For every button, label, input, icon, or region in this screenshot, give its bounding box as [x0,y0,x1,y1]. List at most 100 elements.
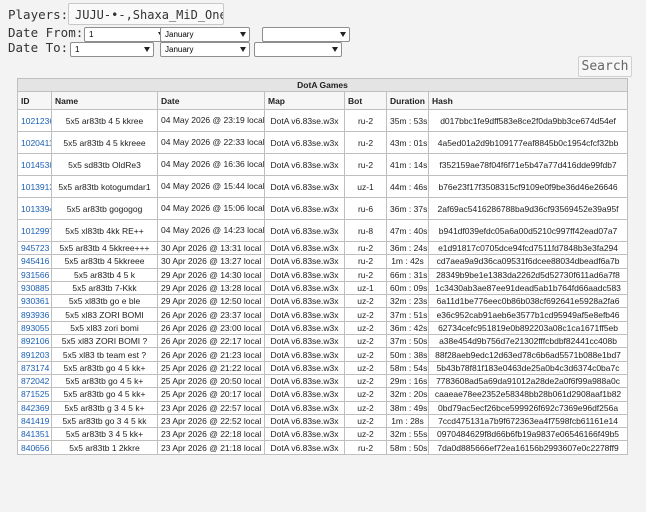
game-duration: 38m : 49s [386,400,429,415]
column-header-hash[interactable]: Hash [427,91,629,110]
game-bot: uz-2 [344,427,387,442]
column-header-date[interactable]: Date [157,91,265,110]
game-id-link[interactable]: 930885 [21,283,49,293]
game-id-link[interactable]: 1013394 [21,204,51,214]
game-bot: uz-2 [344,294,387,309]
game-id-cell: 840656 [17,440,52,455]
table-row[interactable]: 931566 5x5 ar83tb 4 5 k 29 Apr 2026 @ 14:3… [17,267,629,282]
table-caption: DotA Games [16,78,629,92]
game-id-link[interactable]: 871525 [21,389,49,399]
table-row[interactable]: 840656 5x5 ar83tb 1 2kkre 23 Apr 2026 @ 21… [17,440,629,455]
chevron-down-icon [144,47,150,52]
table-row[interactable]: 872042 5x5 ar83tb go 4 5 k+ 25 Apr 2026 @ … [17,373,629,389]
game-duration: 66m : 31s [386,267,429,282]
to-year-select[interactable] [254,42,342,57]
game-id-link[interactable]: 893055 [21,323,49,333]
game-id-link[interactable]: 1020411 [21,138,51,148]
game-id-link[interactable]: 840656 [21,443,49,453]
players-input[interactable]: JUJU-•-,Shaxa_MiD_Ones [68,3,224,25]
game-name: 5x5 xl83 tb team est ? [51,347,158,362]
table-row[interactable]: 891203 5x5 xl83 tb team est ? 26 Apr 2026 … [17,347,629,362]
column-header-duration[interactable]: Duration [386,91,429,110]
game-id-link[interactable]: 1013913 [21,182,51,192]
game-name: 5x5 ar83tb 7-Kkk [51,280,158,296]
game-duration: 43m : 01s [386,131,429,154]
game-id-link[interactable]: 1012997 [21,226,51,236]
game-hash: 4a5ed01a2d9b109177eaf8845b0c1954cfcf32bb [427,131,629,154]
game-hash: e1d91817c0705dce94fcd7511fd7848b3e3fa294 [427,240,629,256]
table-row[interactable]: 893936 5x5 xl83 ZORI BOMI 26 Apr 2026 @ 23… [17,307,629,322]
game-map: DotA v6.83se.w3x [264,131,345,154]
game-date: 30 Apr 2026 @ 13:31 local [157,240,265,256]
game-hash: 28349b9be1e1383da2262d5d52730f611ad6a7f8 [427,267,629,282]
column-header-name[interactable]: Name [51,91,158,110]
search-button[interactable]: Search [578,56,632,77]
game-id-link[interactable]: 945723 [21,243,49,253]
game-id-cell: 931566 [17,267,52,282]
game-id-link[interactable]: 1021236 [21,116,51,126]
game-id-link[interactable]: 930361 [21,296,49,306]
table-row[interactable]: 1014538 5x5 sd83tb OldRe3 04 May 2026 @ 16… [17,153,629,176]
to-month-select[interactable]: January [160,42,250,57]
game-date: 26 Apr 2026 @ 23:00 local [157,320,265,336]
table-row[interactable]: 945416 5x5 ar83tb 4 5kkreee 30 Apr 2026 @ … [17,254,629,269]
to-day-select[interactable]: 1 [70,42,154,57]
game-duration: 44m : 46s [386,175,429,198]
game-id-link[interactable]: 842369 [21,403,49,413]
from-month-select[interactable]: January [160,27,250,42]
game-id-link[interactable]: 893936 [21,310,49,320]
table-row[interactable]: 871525 5x5 ar83tb go 4 5 kk+ 25 Apr 2026 @… [17,387,629,402]
table-row[interactable]: 842369 5x5 ar83tb g 3 4 5 k+ 23 Apr 2026 @… [17,400,629,415]
game-name: 5x5 ar83tb 4 5kkree+++ [51,240,158,256]
game-hash: 0bd79ac5ecf26bce599926f692c7369e96df256a [427,400,629,415]
table-row[interactable]: 1021236 5x5 ar83tb 4 5 kkree 04 May 2026 @… [17,109,629,132]
game-id-link[interactable]: 891203 [21,350,49,360]
game-name: 5x5 ar83tb 4 5 k [51,267,158,282]
table-row[interactable]: 1013394 5x5 ar83tb gogogog 04 May 2026 @ 1… [17,197,629,220]
from-year-select[interactable] [262,27,350,42]
column-header-map[interactable]: Map [264,91,345,110]
game-id-link[interactable]: 945416 [21,256,49,266]
table-row[interactable]: 1012997 5x5 xl83tb 4kk RE++ 04 May 2026 @ … [17,219,629,242]
game-map: DotA v6.83se.w3x [264,347,345,362]
players-label: Players: [8,7,69,22]
game-bot: ru-2 [344,131,387,154]
game-map: DotA v6.83se.w3x [264,360,345,375]
game-date: 04 May 2026 @ 15:44 local [157,175,265,198]
column-header-id[interactable]: ID [17,91,52,110]
game-id-link[interactable]: 931566 [21,270,49,280]
game-id-link[interactable]: 1014538 [21,160,51,170]
game-bot: ru-2 [344,267,387,282]
table-row[interactable]: 930361 5x5 xl83tb go e ble 29 Apr 2026 @ 1… [17,294,629,309]
table-row[interactable]: 1013913 5x5 ar83tb kotogumdar1 04 May 2026… [17,175,629,198]
game-date: 23 Apr 2026 @ 22:57 local [157,400,265,415]
game-id-link[interactable]: 892106 [21,336,49,346]
from-day-select[interactable]: 1 [84,27,168,42]
game-map: DotA v6.83se.w3x [264,307,345,322]
column-header-bot[interactable]: Bot [344,91,387,110]
table-row[interactable]: 841351 5x5 ar83tb 3 4 5 kk+ 23 Apr 2026 @ … [17,427,629,442]
game-map: DotA v6.83se.w3x [264,294,345,309]
game-date: 29 Apr 2026 @ 13:28 local [157,280,265,296]
game-id-cell: 1020411 [17,131,52,154]
chevron-down-icon [240,47,246,52]
game-id-link[interactable]: 841419 [21,416,49,426]
table-row[interactable]: 841419 5x5 ar83tb go 3 4 5 kk 23 Apr 2026 … [17,413,629,429]
game-id-link[interactable]: 841351 [21,429,49,439]
game-hash: f352159ae78f04f6f71e5b47a77d416dde99fdb7 [427,153,629,176]
game-bot: ru-8 [344,219,387,242]
table-row[interactable]: 945723 5x5 ar83tb 4 5kkree+++ 30 Apr 2026 … [17,240,629,256]
game-id-link[interactable]: 873174 [21,363,49,373]
game-map: DotA v6.83se.w3x [264,334,345,349]
game-date: 23 Apr 2026 @ 21:18 local [157,440,265,455]
game-hash: 7783608ad5a69da91012a28de2a0f6f99a988a0c [427,373,629,389]
table-row[interactable]: 1020411 5x5 ar83tb 4 5 kkreee 04 May 2026 … [17,131,629,154]
game-hash: 1c3430ab3ae87ee91dead5ab1b764fd66aadc583 [427,280,629,296]
game-id-link[interactable]: 872042 [21,376,49,386]
table-row[interactable]: 873174 5x5 ar83tb go 4 5 kk+ 25 Apr 2026 @… [17,360,629,375]
table-row[interactable]: 892106 5x5 xl83 ZORI BOMI ? 26 Apr 2026 @ … [17,334,629,349]
table-row[interactable]: 893055 5x5 xl83 zori bomi 26 Apr 2026 @ 23… [17,320,629,336]
game-date: 26 Apr 2026 @ 21:23 local [157,347,265,362]
game-hash: 2af69ac5416286788ba9d36cf93569452e39a95f [427,197,629,220]
table-row[interactable]: 930885 5x5 ar83tb 7-Kkk 29 Apr 2026 @ 13:2… [17,280,629,296]
